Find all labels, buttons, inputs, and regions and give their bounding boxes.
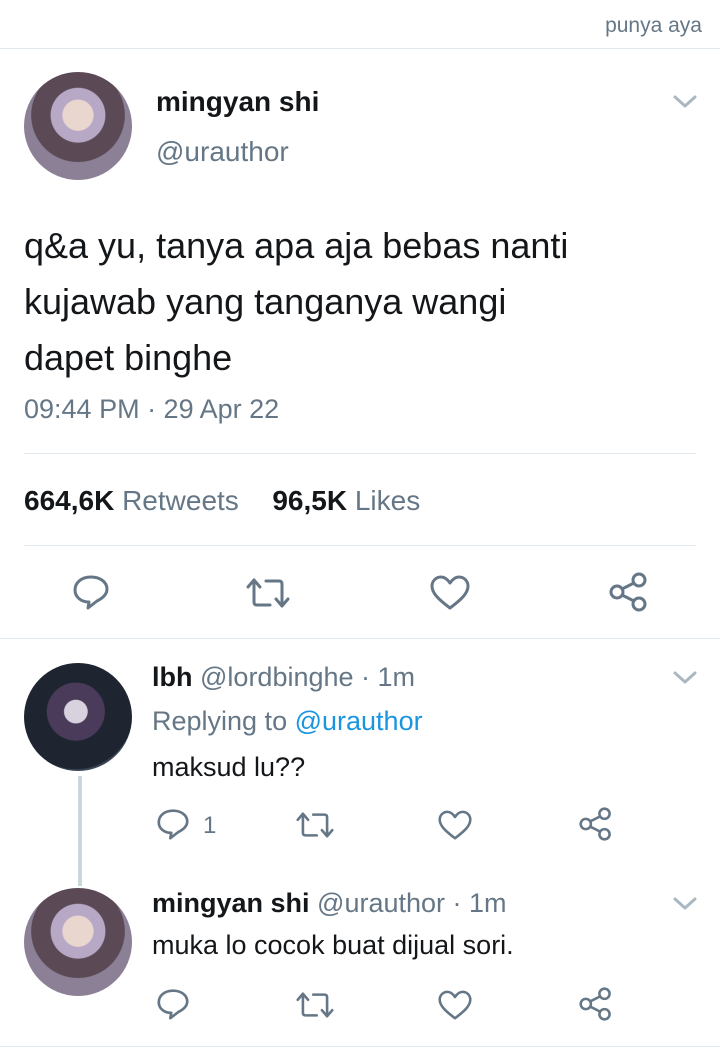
retweet-icon[interactable] <box>296 990 334 1020</box>
handle[interactable]: @urauthor <box>156 136 289 168</box>
retweets-count: 664,6K <box>24 485 115 516</box>
likes-stat[interactable]: 96,5K Likes <box>272 485 420 516</box>
reply-header: lbh @lordbinghe · 1m <box>152 662 415 693</box>
heart-icon[interactable] <box>430 575 470 611</box>
share-icon[interactable] <box>578 987 614 1021</box>
chevron-down-icon[interactable] <box>672 670 698 686</box>
handle[interactable]: @lordbinghe <box>200 662 354 692</box>
avatar[interactable] <box>24 663 132 771</box>
retweet-icon[interactable] <box>296 810 334 840</box>
reply-text: maksud lu?? <box>152 752 306 782</box>
avatar[interactable] <box>24 72 132 180</box>
timestamp[interactable]: 09:44 PM · 29 Apr 22 <box>24 394 279 425</box>
divider <box>0 1046 720 1047</box>
heart-icon[interactable] <box>438 810 472 841</box>
divider <box>24 453 696 454</box>
tweet-text-line: q&a yu, tanya apa aja bebas nanti <box>24 225 569 266</box>
likes-label: Likes <box>354 485 421 516</box>
reply-text: muka lo cocok buat dijual sori. <box>152 930 514 960</box>
likes-count: 96,5K <box>272 485 348 516</box>
replying-handle-link[interactable]: @urauthor <box>295 706 423 736</box>
retweets-stat[interactable]: 664,6K Retweets <box>24 485 247 516</box>
display-name[interactable]: lbh <box>152 662 193 692</box>
display-name[interactable]: mingyan shi <box>152 888 310 918</box>
share-icon[interactable] <box>608 572 650 612</box>
avatar[interactable] <box>24 888 132 996</box>
reply-icon[interactable] <box>156 988 190 1020</box>
reply-header: mingyan shi @urauthor · 1m <box>152 888 507 919</box>
retweet-icon[interactable] <box>246 576 290 610</box>
watermark-text: punya aya <box>605 14 702 37</box>
reply-count: 1 <box>203 812 217 839</box>
share-icon[interactable] <box>578 807 614 841</box>
handle[interactable]: @urauthor <box>317 888 445 918</box>
divider <box>0 48 720 49</box>
divider <box>0 638 720 639</box>
retweets-label: Retweets <box>122 485 239 516</box>
tweet-text: q&a yu, tanya apa aja bebas nanti kujawa… <box>24 218 568 386</box>
reply-time: · 1m <box>361 662 416 692</box>
replying-to: Replying to @urauthor <box>152 706 423 737</box>
tweet-text-line: kujawab yang tanganya wangi <box>24 281 507 322</box>
reply-icon[interactable] <box>72 574 110 610</box>
replying-prefix: Replying to <box>152 706 288 736</box>
thread-line <box>78 776 82 886</box>
heart-icon[interactable] <box>438 990 472 1021</box>
display-name[interactable]: mingyan shi <box>156 86 319 118</box>
divider <box>24 545 696 546</box>
reply-icon[interactable] <box>156 808 190 840</box>
stats-row: 664,6K Retweets 96,5K Likes <box>24 485 420 517</box>
chevron-down-icon[interactable] <box>672 896 698 912</box>
chevron-down-icon[interactable] <box>672 94 698 110</box>
tweet-text-line: dapet binghe <box>24 337 233 378</box>
reply-time: · 1m <box>452 888 507 918</box>
